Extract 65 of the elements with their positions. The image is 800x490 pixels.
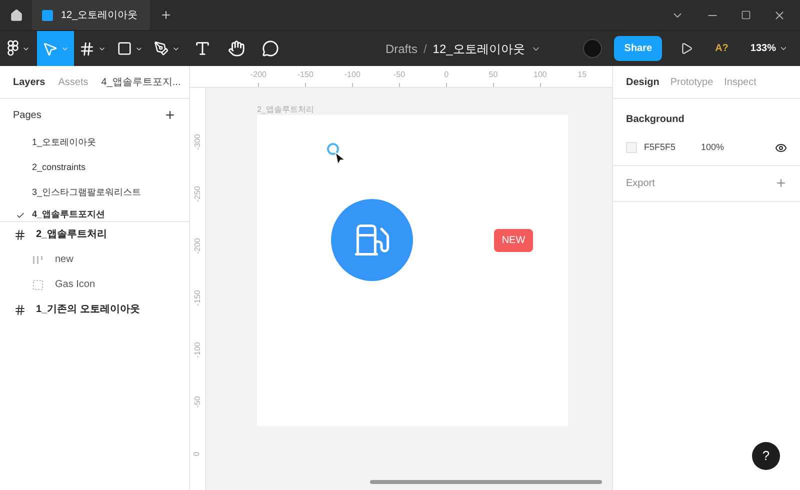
section-heading: Export [626, 176, 655, 190]
opacity-value[interactable]: 100% [701, 141, 724, 154]
frame-icon [14, 304, 26, 316]
ruler-label: -200 [250, 69, 266, 81]
maximize-icon[interactable] [741, 10, 751, 20]
autolayout-icon [33, 254, 43, 264]
ruler-label: -100 [192, 342, 202, 358]
ruler-label: 0 [444, 69, 449, 81]
close-icon[interactable] [773, 8, 786, 22]
page-item[interactable]: 3_인스타그램팔로워리스트 [0, 180, 189, 205]
page-item[interactable]: 4_앱솔루트포지션 [0, 205, 189, 221]
pointer-icon [42, 40, 58, 56]
file-icon [42, 10, 53, 20]
missing-fonts-button[interactable]: A? [715, 41, 728, 56]
add-page-icon[interactable] [164, 109, 176, 121]
play-icon[interactable] [680, 42, 694, 55]
ruler-label: 50 [488, 69, 498, 81]
page-item[interactable]: 2_constraints [0, 155, 189, 180]
check-icon [16, 210, 25, 220]
new-badge: NEW [494, 229, 533, 252]
layer-item[interactable]: new [0, 247, 189, 272]
hand-icon [228, 40, 244, 57]
panel-tab[interactable]: Layers [13, 74, 46, 90]
add-export-icon[interactable] [775, 177, 787, 189]
ruler-label: -50 [394, 69, 406, 81]
zoom-level[interactable]: 133% [750, 41, 776, 56]
file-tab[interactable]: 12_오토레이아웃 [32, 0, 150, 30]
color-swatch[interactable] [626, 142, 637, 154]
ruler-label: 0 [192, 452, 202, 456]
breadcrumb-link[interactable]: Drafts [385, 40, 418, 58]
ruler-label: 100 [534, 69, 547, 81]
page-item[interactable]: 1_오토레이아웃 [0, 130, 189, 155]
dashed-square-icon [33, 280, 43, 290]
caret-icon[interactable] [779, 44, 788, 53]
breadcrumb-separator: / [423, 40, 427, 58]
pages-heading: Pages [13, 108, 42, 122]
layer-item[interactable]: 1_기존의 오토레이아웃 [0, 297, 189, 322]
scrollbar[interactable] [370, 480, 602, 484]
ruler-label: -150 [297, 69, 314, 81]
cursor-icon [335, 152, 346, 165]
hex-value[interactable]: F5F5F5 [644, 141, 701, 154]
page-selector[interactable]: 4_앱솔루트포지... [101, 74, 181, 90]
pen-icon [154, 41, 168, 56]
comment-icon [262, 40, 278, 57]
ruler-label: -50 [192, 396, 202, 408]
panel-tab[interactable]: Design [626, 74, 660, 90]
home-icon [10, 8, 22, 22]
eye-icon[interactable] [775, 142, 787, 154]
ruler-label: -100 [344, 69, 360, 81]
ruler-label: -150 [192, 290, 202, 306]
ruler-label: -200 [192, 238, 202, 254]
rectangle-icon [116, 41, 132, 56]
text-icon [194, 40, 210, 57]
file-name[interactable]: 12_오토레이아웃 [432, 40, 525, 58]
frame-icon [79, 40, 95, 56]
ruler-label: -300 [192, 134, 202, 150]
ruler-label: 15 [578, 69, 587, 81]
ruler-label: -250 [192, 186, 202, 202]
frame-icon [14, 228, 26, 240]
logo-icon [7, 40, 19, 57]
layer-item[interactable]: 2_앱솔루트처리 [0, 222, 189, 247]
new-tab-icon[interactable] [160, 9, 172, 21]
frame-label: 2_앱솔루트처리 [257, 104, 315, 115]
layer-item[interactable]: Gas Icon [0, 272, 189, 297]
section-heading: Background [626, 113, 686, 127]
